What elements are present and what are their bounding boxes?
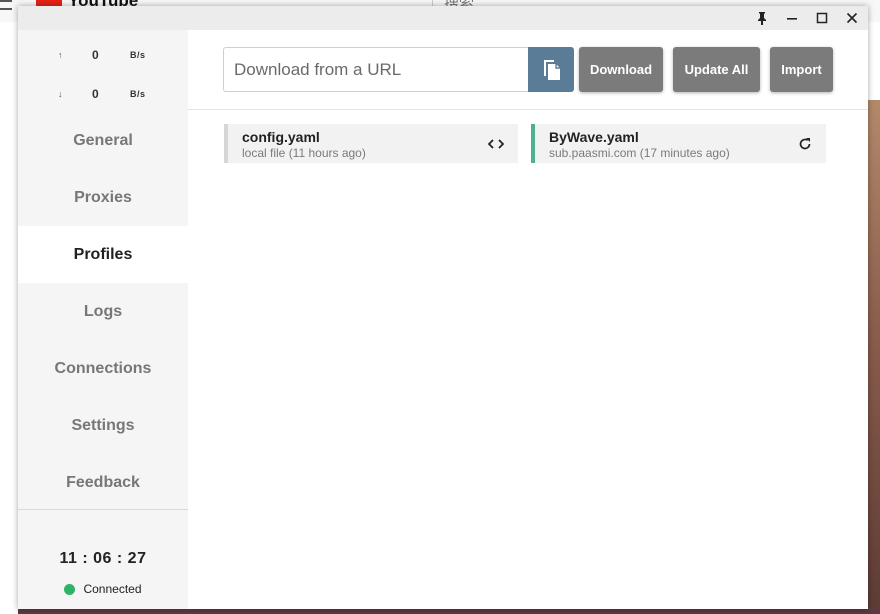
sidebar-item-settings[interactable]: Settings bbox=[18, 397, 188, 454]
pin-icon[interactable] bbox=[752, 9, 772, 27]
background-menu-icon bbox=[0, 0, 12, 10]
profile-name: ByWave.yaml bbox=[549, 129, 639, 145]
paste-button[interactable] bbox=[528, 47, 574, 92]
profiles-toolbar: Download Update All Import bbox=[188, 30, 868, 110]
sidebar-item-proxies[interactable]: Proxies bbox=[18, 169, 188, 226]
upload-speed-row: ↑ 0 B/s bbox=[18, 38, 188, 77]
download-speed-value: 0 bbox=[92, 87, 99, 101]
status-label: Connected bbox=[83, 582, 142, 596]
profile-card-bywave[interactable]: ByWave.yaml sub.paasmi.com (17 minutes a… bbox=[531, 124, 826, 163]
download-arrow-icon: ↓ bbox=[58, 89, 63, 99]
sidebar-footer: 11 : 06 : 27 Connected bbox=[18, 509, 188, 609]
sidebar-item-feedback[interactable]: Feedback bbox=[18, 454, 188, 511]
connection-status: Connected bbox=[18, 582, 188, 596]
background-left-edge bbox=[0, 22, 18, 614]
close-icon[interactable] bbox=[842, 9, 862, 27]
app-window: ↑ 0 B/s ↓ 0 B/s General Proxies Profiles… bbox=[18, 6, 868, 609]
profile-accent-bar bbox=[224, 124, 228, 163]
sidebar: ↑ 0 B/s ↓ 0 B/s General Proxies Profiles… bbox=[18, 30, 188, 609]
download-speed-unit: B/s bbox=[130, 89, 146, 99]
paste-icon bbox=[544, 59, 560, 80]
traffic-panel: ↑ 0 B/s ↓ 0 B/s bbox=[18, 38, 188, 116]
main-panel: Download Update All Import config.yaml l… bbox=[188, 30, 868, 609]
background-video-edge bbox=[868, 100, 880, 614]
profile-subtitle: local file (11 hours ago) bbox=[242, 146, 366, 160]
code-icon[interactable] bbox=[486, 134, 506, 154]
profile-accent-bar bbox=[531, 124, 535, 163]
status-dot-icon bbox=[64, 583, 76, 595]
sidebar-item-profiles[interactable]: Profiles bbox=[18, 226, 188, 283]
upload-arrow-icon: ↑ bbox=[58, 50, 63, 60]
profile-subtitle: sub.paasmi.com (17 minutes ago) bbox=[549, 146, 730, 160]
profile-card-config[interactable]: config.yaml local file (11 hours ago) bbox=[224, 124, 518, 163]
maximize-icon[interactable] bbox=[812, 9, 832, 27]
uptime-clock: 11 : 06 : 27 bbox=[59, 550, 147, 567]
minimize-icon[interactable] bbox=[782, 9, 802, 27]
upload-speed-unit: B/s bbox=[130, 50, 146, 60]
profile-name: config.yaml bbox=[242, 129, 320, 145]
import-button[interactable]: Import bbox=[770, 47, 833, 92]
sidebar-nav: General Proxies Profiles Logs Connection… bbox=[18, 112, 188, 511]
sidebar-item-logs[interactable]: Logs bbox=[18, 283, 188, 340]
url-input[interactable] bbox=[223, 47, 529, 92]
download-speed-row: ↓ 0 B/s bbox=[18, 77, 188, 116]
upload-speed-value: 0 bbox=[92, 48, 99, 62]
update-all-button[interactable]: Update All bbox=[673, 47, 760, 92]
title-bar[interactable] bbox=[18, 6, 868, 30]
sidebar-item-connections[interactable]: Connections bbox=[18, 340, 188, 397]
download-button[interactable]: Download bbox=[579, 47, 663, 92]
refresh-icon[interactable] bbox=[795, 134, 815, 154]
sidebar-item-general[interactable]: General bbox=[18, 112, 188, 169]
